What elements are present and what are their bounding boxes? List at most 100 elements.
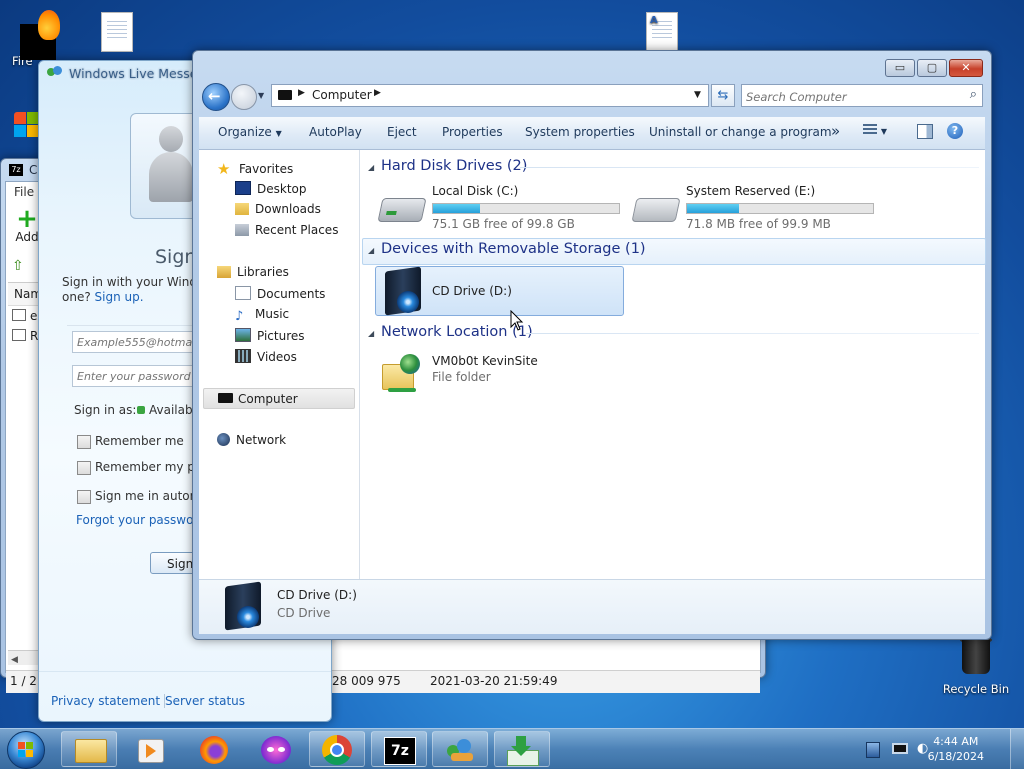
network-location-name: VM0b0t KevinSite (432, 354, 538, 368)
forward-button[interactable] (231, 84, 257, 110)
chevron-down-icon: ▼ (275, 129, 282, 138)
windows-flag-desktop-icon[interactable] (14, 112, 40, 138)
nav-libraries-label: Libraries (237, 265, 289, 279)
7zip-menu-file[interactable]: File (14, 185, 34, 199)
document-icon (101, 12, 133, 52)
nav-libraries[interactable]: Libraries (217, 265, 289, 279)
taskbar-explorer[interactable] (61, 731, 117, 767)
sign-up-link[interactable]: Sign up. (95, 290, 144, 304)
search-box[interactable]: ⌕ (741, 84, 983, 107)
taskbar-messenger[interactable] (247, 731, 303, 767)
address-bar[interactable]: ▶ Computer ▶ ▼ (271, 84, 709, 107)
search-input[interactable] (744, 87, 958, 106)
minimize-button[interactable]: ▭ (885, 59, 915, 77)
network-users-icon (445, 737, 475, 763)
organize-button[interactable]: Organize ▼ (218, 125, 282, 139)
auto-sign-in-checkbox[interactable] (77, 490, 91, 504)
recent-pages-dropdown-icon[interactable]: ▼ (258, 91, 264, 100)
back-button[interactable]: ← (202, 83, 230, 111)
nav-desktop[interactable]: Desktop (235, 181, 307, 196)
nav-pictures[interactable]: Pictures (235, 328, 305, 343)
footer-divider (39, 671, 331, 672)
nav-videos[interactable]: Videos (235, 349, 297, 364)
explorer-window[interactable]: ▭ ▢ ✕ ← ▼ ▶ Computer ▶ ▼ ⇆ ⌕ Organize ▼ … (192, 50, 992, 640)
navigation-pane: ★ Favorites Desktop Downloads Recent Plac… (199, 150, 360, 579)
drive-c[interactable]: Local Disk (C:) 75.1 GB free of 99.8 GB (376, 182, 626, 232)
hard-drive-icon (377, 198, 427, 222)
taskbar-media-player[interactable] (123, 731, 179, 767)
nav-downloads[interactable]: Downloads (235, 202, 321, 216)
remember-me-checkbox[interactable] (77, 435, 91, 449)
more-commands-button[interactable]: » (831, 122, 840, 140)
refresh-button[interactable]: ⇆ (711, 84, 735, 107)
help-icon[interactable]: ? (947, 123, 963, 139)
hard-drive-icon (631, 198, 681, 222)
computer-address-icon (278, 90, 292, 100)
taskbar-firefox[interactable] (185, 731, 241, 767)
7zip-icon: 7z (384, 737, 416, 765)
privacy-statement-link[interactable]: Privacy statement (51, 694, 160, 708)
taskbar-network-app[interactable] (432, 731, 488, 767)
nav-documents-label: Documents (257, 287, 326, 301)
sign-in-as-label: Sign in as: (74, 403, 137, 417)
search-icon[interactable]: ⌕ (970, 87, 977, 102)
drive-usage-fill (687, 204, 740, 213)
details-type: CD Drive (277, 606, 331, 620)
drive-e[interactable]: System Reserved (E:) 71.8 MB free of 99.… (630, 182, 880, 232)
nav-documents[interactable]: Documents (235, 286, 325, 301)
network-folder-icon (382, 354, 422, 394)
eject-button[interactable]: Eject (387, 125, 417, 139)
system-properties-button[interactable]: System properties (525, 125, 635, 139)
drive-name: System Reserved (E:) (686, 184, 816, 198)
uninstall-program-button[interactable]: Uninstall or change a program (649, 125, 832, 139)
breadcrumb-chevron-icon[interactable]: ▶ (374, 88, 381, 98)
cd-drive-d[interactable]: CD Drive (D:) (375, 266, 624, 316)
breadcrumb-computer[interactable]: Computer (312, 88, 372, 102)
group-removable-storage[interactable]: Devices with Removable Storage (1) (381, 241, 646, 257)
status-selector[interactable]: Availabl (137, 403, 196, 417)
address-dropdown-icon[interactable]: ▼ (694, 90, 701, 100)
autoplay-button[interactable]: AutoPlay (309, 125, 362, 139)
up-folder-icon[interactable]: ⇧ (12, 259, 26, 273)
maximize-button[interactable]: ▢ (917, 59, 947, 77)
preview-pane-icon[interactable] (917, 124, 933, 139)
back-arrow-icon: ← (208, 87, 221, 105)
breadcrumb-separator-icon[interactable]: ▶ (298, 88, 305, 98)
desktop-icon-label: Recycle Bin (942, 682, 1010, 696)
scroll-left-icon[interactable]: ◀ (8, 655, 18, 665)
nav-recent-places[interactable]: Recent Places (235, 223, 338, 237)
clock-date: 6/18/2024 (927, 750, 984, 763)
nav-network[interactable]: Network (217, 433, 286, 447)
documents-icon (235, 286, 251, 300)
show-desktop-button[interactable] (1010, 729, 1024, 769)
desktop-icon-recycle-bin[interactable]: Recycle Bin (940, 636, 1012, 696)
tray-action-center-icon[interactable] (866, 742, 880, 758)
start-button[interactable] (7, 731, 45, 769)
form-divider (67, 325, 197, 326)
cd-drive-icon (381, 266, 425, 316)
desktop-icon-wordpad-document[interactable]: A (627, 12, 697, 52)
close-button[interactable]: ✕ (949, 59, 983, 77)
properties-button[interactable]: Properties (442, 125, 503, 139)
collapse-network-icon[interactable]: ◢ (368, 329, 374, 338)
forgot-password-link[interactable]: Forgot your password (76, 513, 206, 527)
group-hard-disk-drives[interactable]: Hard Disk Drives (2) (381, 158, 527, 174)
collapse-removable-icon[interactable]: ◢ (368, 246, 374, 255)
tray-clock[interactable]: 4:44 AM 6/18/2024 (928, 734, 984, 764)
nav-music[interactable]: ♪ Music (235, 307, 289, 324)
desktop-icon-text-document[interactable] (82, 12, 152, 52)
nav-network-label: Network (236, 433, 287, 447)
taskbar-7zip[interactable]: 7z (371, 731, 427, 767)
tray-network-icon[interactable] (892, 743, 908, 754)
firefox-desktop-icon (8, 8, 60, 60)
network-location-item[interactable]: VM0b0t KevinSite File folder (376, 348, 626, 398)
nav-computer[interactable]: Computer (203, 388, 355, 409)
server-status-link[interactable]: Server status (164, 694, 245, 708)
desktop-icon-firefox[interactable]: Fire (0, 8, 66, 68)
taskbar-chrome[interactable] (309, 731, 365, 767)
remember-password-checkbox[interactable] (77, 461, 91, 475)
collapse-hdd-icon[interactable]: ◢ (368, 163, 374, 172)
taskbar-download[interactable] (494, 731, 550, 767)
nav-favorites[interactable]: ★ Favorites (217, 160, 293, 178)
view-options-icon[interactable]: ▼ (863, 123, 887, 137)
